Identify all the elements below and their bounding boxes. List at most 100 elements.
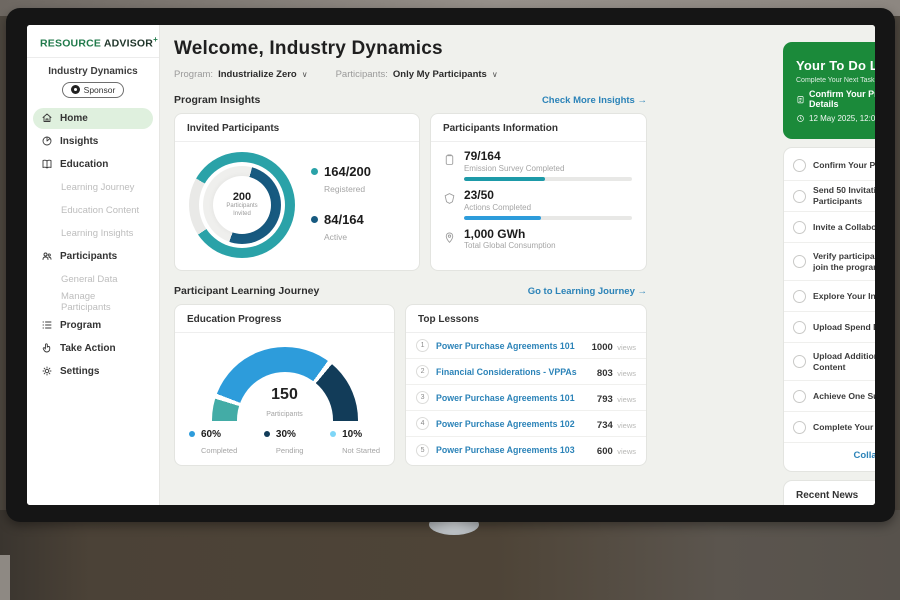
progress-bar: [464, 216, 541, 220]
program-insights-header: Program Insights Check More Insights →: [174, 94, 657, 106]
check-more-insights-link[interactable]: Check More Insights →: [542, 95, 647, 106]
sidebar-nav: Home Insights Education Learning Journey…: [27, 106, 159, 384]
task-label: Achieve One Sustainability Target: [813, 391, 875, 402]
top-lessons-card: Top Lessons 1 Power Purchase Agreements …: [405, 304, 647, 466]
sidebar-item-label: Manage Participants: [61, 291, 145, 313]
sidebar-item-insights[interactable]: Insights: [33, 131, 153, 152]
lesson-title-link[interactable]: Power Purchase Agreements 102: [436, 419, 590, 429]
sponsor-label: Sponsor: [84, 85, 116, 95]
sidebar-item-education-content[interactable]: Education Content: [33, 200, 153, 221]
sidebar-item-settings[interactable]: Settings: [33, 361, 153, 382]
task-row: Verify participants requesting to join t…: [784, 243, 875, 281]
todo-next-task: Confirm Your Program Details: [809, 89, 875, 109]
collapse-tasks-link[interactable]: Collapse Tasks ∧: [784, 443, 875, 469]
journey-cards-row: Education Progress 150 Participants 60%: [174, 304, 657, 466]
views-label: views: [617, 395, 636, 404]
sidebar-item-education[interactable]: Education: [33, 154, 153, 175]
go-to-learning-journey-link[interactable]: Go to Learning Journey →: [528, 286, 647, 297]
donut-center-value: 200: [233, 191, 251, 203]
main-area: Welcome, Industry Dynamics Program: Indu…: [160, 25, 875, 505]
task-checkbox[interactable]: [793, 221, 806, 234]
sidebar-item-learning-journey[interactable]: Learning Journey: [33, 177, 153, 198]
legend-not-started: 10% Not Started: [330, 429, 380, 458]
stat-label: Total Global Consumption: [464, 241, 632, 250]
legend-dot-teal: [311, 168, 318, 175]
lesson-title-link[interactable]: Power Purchase Agreements 103: [436, 445, 590, 455]
section-title: Program Insights: [174, 94, 260, 106]
sidebar-item-label: Education Content: [61, 205, 139, 216]
learning-journey-header: Participant Learning Journey Go to Learn…: [174, 285, 657, 297]
stat-actions-completed: 23/50 Actions Completed: [431, 181, 646, 220]
participants-label: Participants:: [336, 69, 388, 80]
sidebar-item-learning-insights[interactable]: Learning Insights: [33, 223, 153, 244]
participants-icon: [41, 250, 53, 262]
task-checkbox[interactable]: [793, 421, 806, 434]
sidebar-item-home[interactable]: Home: [33, 108, 153, 129]
home-icon: [41, 112, 53, 124]
sidebar-item-participants[interactable]: Participants: [33, 246, 153, 267]
insights-cards-row: Invited Participants 200 Participants In…: [174, 113, 657, 271]
task-checkbox[interactable]: [793, 159, 806, 172]
legend-dot-dark-navy: [264, 431, 270, 437]
legend-label: Active: [324, 232, 347, 242]
card-title: Top Lessons: [406, 305, 646, 333]
sidebar-item-take-action[interactable]: Take Action: [33, 338, 153, 359]
stat-value: 1,000 GWh: [464, 228, 632, 242]
recent-news-card: Recent News: [783, 480, 875, 505]
lesson-title-link[interactable]: Power Purchase Agreements 101: [436, 341, 585, 351]
lesson-title-link[interactable]: Power Purchase Agreements 101: [436, 393, 590, 403]
task-checkbox[interactable]: [793, 255, 806, 268]
views-label: views: [617, 447, 636, 456]
sponsor-badge: Sponsor: [62, 82, 124, 98]
todo-title: Your To Do List: [796, 58, 875, 73]
document-icon: [796, 95, 805, 104]
legend-label: Completed: [201, 446, 237, 455]
lesson-rank: 5: [416, 444, 429, 457]
education-progress-card: Education Progress 150 Participants 60%: [174, 304, 395, 466]
progress-bar: [464, 177, 545, 181]
sidebar-item-general-data[interactable]: General Data: [33, 269, 153, 290]
participants-dropdown[interactable]: Participants: Only My Participants ∨: [336, 69, 498, 80]
sidebar-item-manage-participants[interactable]: Manage Participants: [33, 292, 153, 313]
task-label: Upload Additional Educational Content: [813, 351, 875, 372]
chevron-down-icon: ∨: [302, 70, 308, 79]
clock-icon: [796, 114, 805, 123]
lesson-rank: 3: [416, 391, 429, 404]
sidebar-item-label: Learning Insights: [61, 228, 133, 239]
lesson-row: 1 Power Purchase Agreements 101 1000 vie…: [406, 333, 646, 359]
task-row: Achieve One Sustainability Target ? ›: [784, 381, 875, 412]
task-row: Explore Your Insights Dashboard ? ›: [784, 281, 875, 312]
insights-icon: [41, 135, 53, 147]
task-checkbox[interactable]: [793, 321, 806, 334]
lesson-rank: 4: [416, 417, 429, 430]
task-checkbox[interactable]: [793, 390, 806, 403]
task-checkbox[interactable]: [793, 290, 806, 303]
gauge-center-label: Participants: [266, 411, 303, 418]
legend-dot-light-blue: [330, 431, 336, 437]
task-row: Send 50 Invitations to Participants ? ›: [784, 181, 875, 212]
task-label: Confirm Your Program Details: [813, 160, 875, 171]
task-row: Complete Your Learning Journey ? ›: [784, 412, 875, 443]
sidebar-item-label: Insights: [60, 136, 98, 147]
legend-value: 164/200: [324, 165, 371, 179]
program-dropdown[interactable]: Program: Industrialize Zero ∨: [174, 69, 308, 80]
task-checkbox[interactable]: [793, 190, 806, 203]
lesson-title-link[interactable]: Financial Considerations - VPPAs: [436, 367, 590, 377]
legend-value: 10%: [342, 429, 380, 440]
sidebar-item-program[interactable]: Program: [33, 315, 153, 336]
logo-advisor: ADVISOR: [104, 38, 153, 50]
todo-subtitle: Complete Your Next Task:: [796, 77, 875, 84]
lesson-rank: 1: [416, 339, 429, 352]
task-row: Confirm Your Program Details ? ›: [784, 150, 875, 181]
stat-global-consumption: 1,000 GWh Total Global Consumption: [431, 220, 646, 251]
todo-due-date: 12 May 2025, 12:00 PM: [809, 114, 875, 123]
legend-active: 84/164 Active: [311, 213, 371, 245]
sidebar-item-label: Learning Journey: [61, 182, 134, 193]
task-checkbox[interactable]: [793, 355, 806, 368]
chevron-down-icon: ∨: [492, 70, 498, 79]
stat-emission-survey: 79/164 Emission Survey Completed: [431, 142, 646, 181]
legend-value: 60%: [201, 429, 237, 440]
tasks-list-card: Confirm Your Program Details ? › Send 50…: [783, 147, 875, 472]
legend-registered: 164/200 Registered: [311, 165, 371, 197]
lesson-views: 793: [597, 394, 613, 405]
